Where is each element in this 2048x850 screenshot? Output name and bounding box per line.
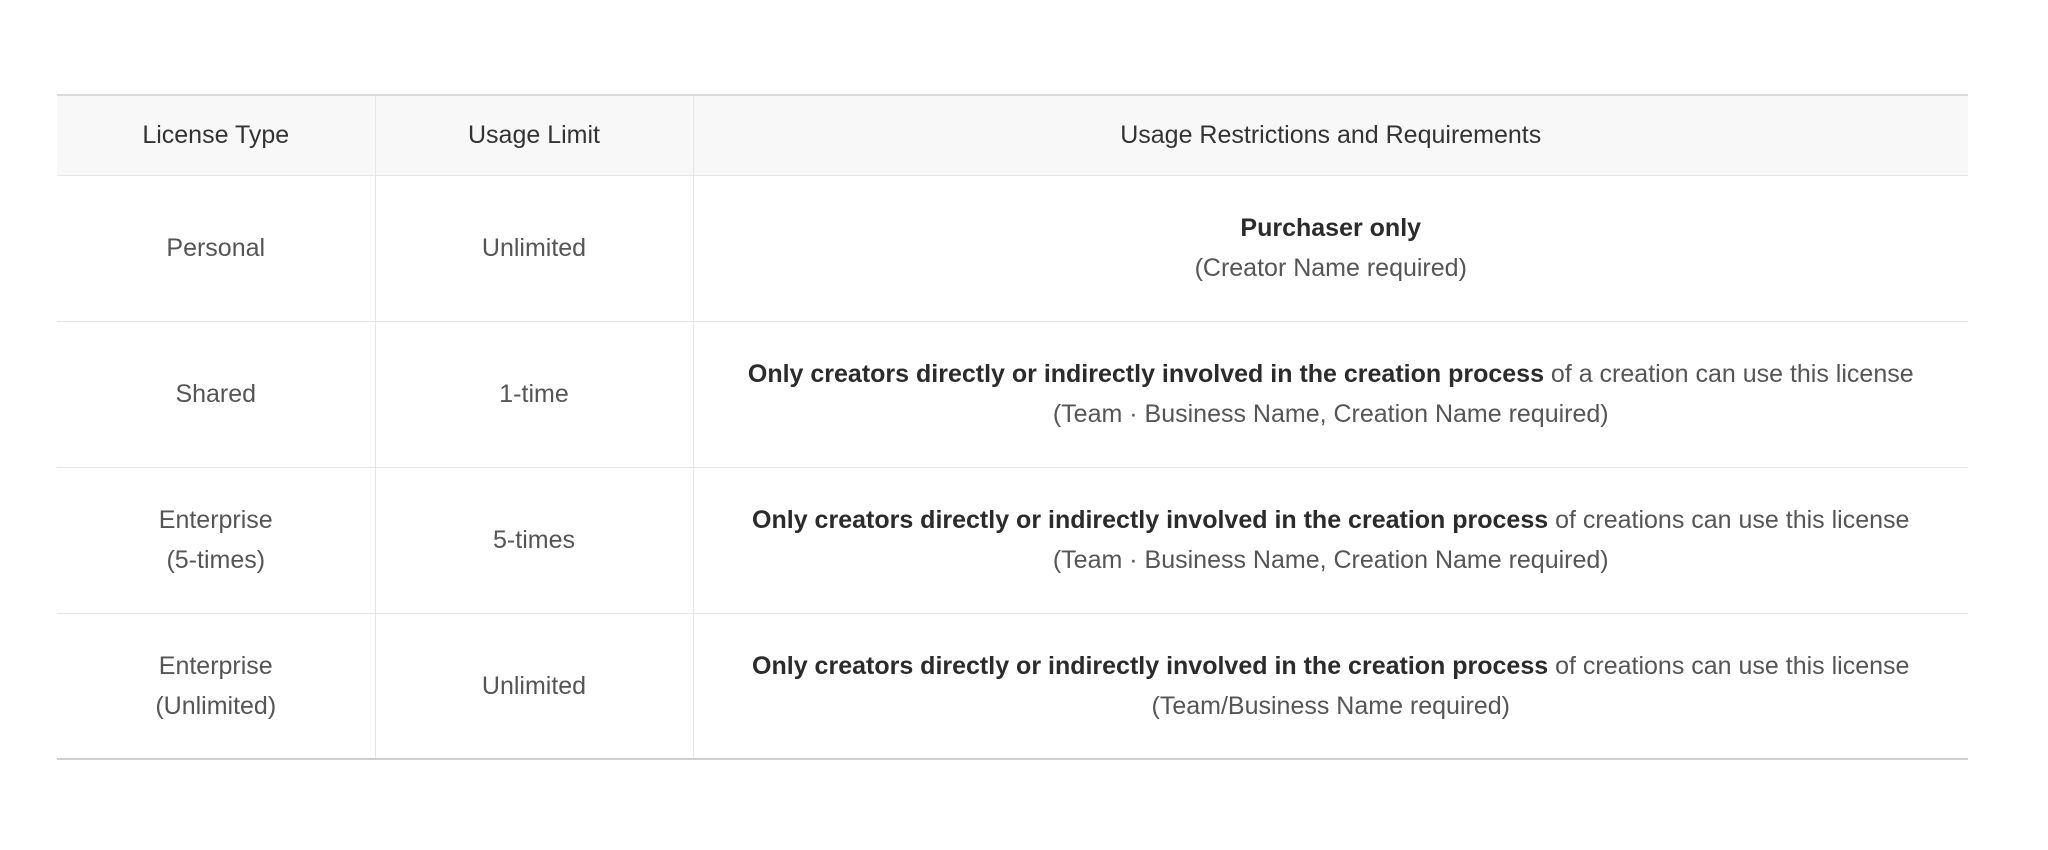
- license-type-qualifier: (5-times): [166, 546, 266, 574]
- restrictions-cell: Only creators directly or indirectly inv…: [692, 467, 1968, 613]
- license-type-name: Personal: [166, 234, 266, 262]
- restriction-bold-text: Only creators directly or indirectly inv…: [747, 360, 1544, 388]
- requirement-text: (Team/Business Name required): [1151, 691, 1510, 720]
- restriction-regular-text: of creations can use this license: [1548, 651, 1910, 680]
- table-body: Personal Unlimited Purchaser only (Creat…: [57, 175, 1968, 759]
- restriction-bold-text: Only creators directly or indirectly inv…: [752, 651, 1549, 680]
- restriction-bold-text: Only creators directly or indirectly inv…: [752, 506, 1549, 534]
- restriction-bold-text: Purchaser only: [1240, 214, 1422, 242]
- license-type-cell: Shared: [57, 321, 375, 467]
- requirement-text: (Team · Business Name, Creation Name req…: [1052, 546, 1609, 574]
- restriction-regular-text: of creations can use this license: [1548, 506, 1910, 534]
- header-usage-limit: Usage Limit: [374, 95, 693, 175]
- restriction-regular-text: of a creation can use this license: [1543, 360, 1914, 388]
- license-type-name: Shared: [175, 380, 257, 408]
- table-row-shared: Shared 1-time Only creators directly or …: [57, 321, 1968, 467]
- header-license-type: License Type: [142, 120, 290, 149]
- table-row-enterprise-5: Enterprise (5-times) 5-times Only creato…: [57, 467, 1968, 613]
- header-row: License Type Usage Limit Usage Restricti…: [57, 95, 1968, 175]
- license-type-name: Enterprise: [158, 651, 273, 680]
- restrictions-cell: Only creators directly or indirectly inv…: [692, 613, 1968, 759]
- restriction-text: Only creators directly or indirectly inv…: [702, 354, 1961, 394]
- table-row-personal: Personal Unlimited Purchaser only (Creat…: [57, 175, 1968, 321]
- license-comparison-table: License Type Usage Limit Usage Restricti…: [57, 94, 1968, 760]
- license-type-cell: Enterprise (Unlimited): [57, 613, 375, 759]
- license-type-cell: Personal: [57, 175, 375, 321]
- usage-limit-cell: Unlimited: [374, 613, 693, 759]
- license-type-cell: Enterprise (5-times): [57, 467, 375, 613]
- restriction-text: Only creators directly or indirectly inv…: [702, 500, 1961, 540]
- requirement-text: (Creator Name required): [1194, 254, 1467, 282]
- license-type-qualifier: (Unlimited): [155, 691, 277, 720]
- license-type-name: Enterprise: [158, 506, 273, 534]
- header-usage-restrictions: Usage Restrictions and Requirements: [692, 95, 1968, 175]
- usage-limit-cell: 1-time: [374, 321, 693, 467]
- restriction-text: Only creators directly or indirectly inv…: [702, 646, 1961, 686]
- usage-limit-cell: Unlimited: [374, 175, 693, 321]
- restrictions-cell: Purchaser only (Creator Name required): [692, 175, 1968, 321]
- requirement-text: (Team · Business Name, Creation Name req…: [1052, 400, 1609, 428]
- table-header: License Type Usage Limit Usage Restricti…: [57, 95, 1968, 175]
- restriction-text: Purchaser only: [702, 208, 1961, 248]
- usage-limit-cell: 5-times: [374, 467, 693, 613]
- table-row-enterprise-unlimited: Enterprise (Unlimited) Unlimited Only cr…: [57, 613, 1968, 759]
- restrictions-cell: Only creators directly or indirectly inv…: [692, 321, 1968, 467]
